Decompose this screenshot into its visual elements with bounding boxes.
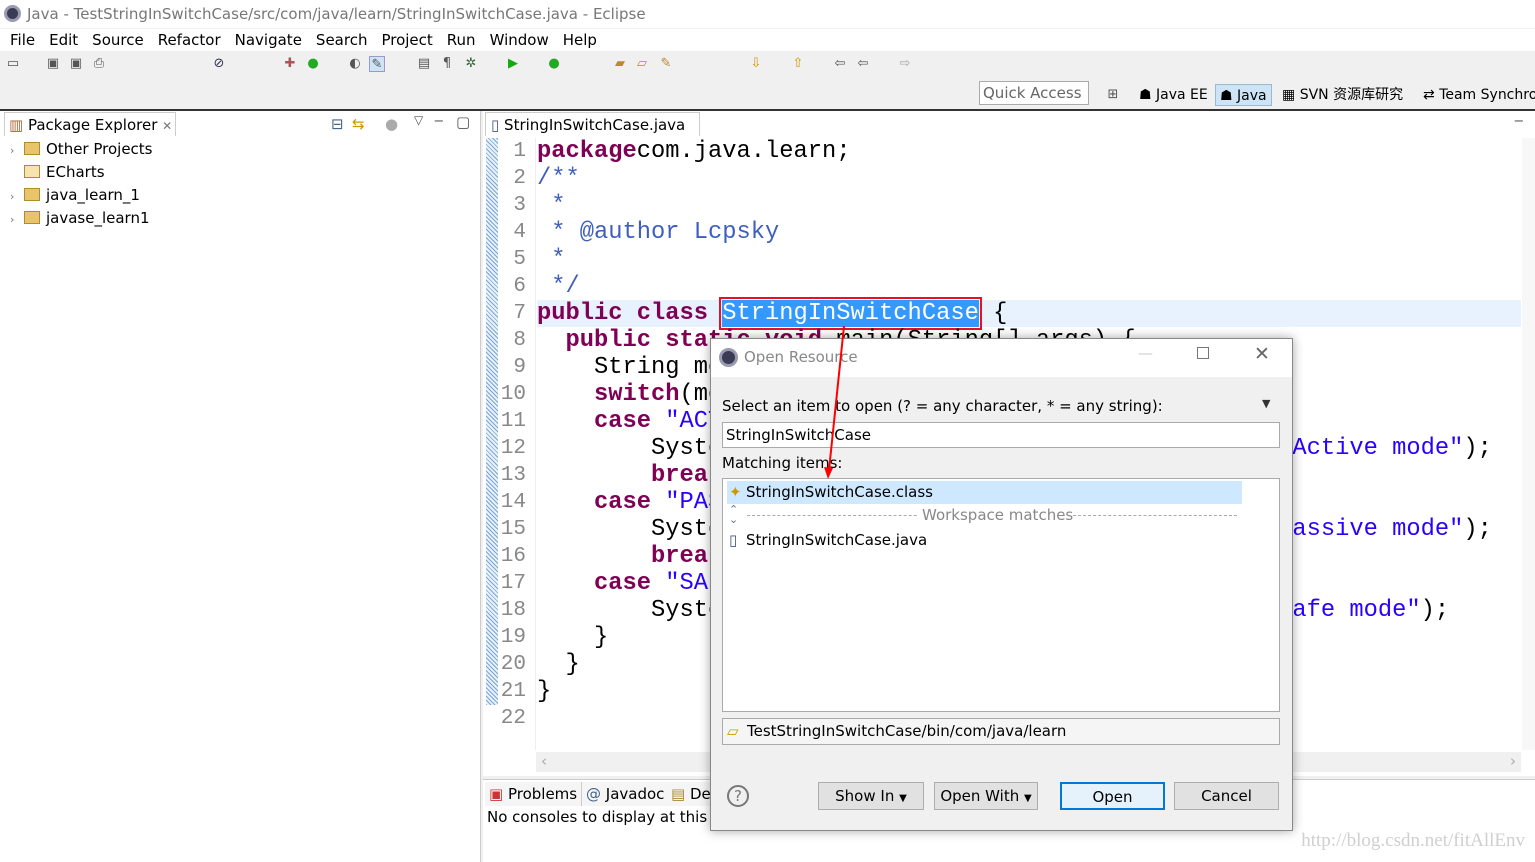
arrow-head — [824, 467, 833, 479]
watermark: http://blog.csdn.net/fitAllEnv — [1301, 830, 1525, 851]
arrow-line — [828, 325, 845, 471]
annotation-arrow — [824, 325, 845, 479]
